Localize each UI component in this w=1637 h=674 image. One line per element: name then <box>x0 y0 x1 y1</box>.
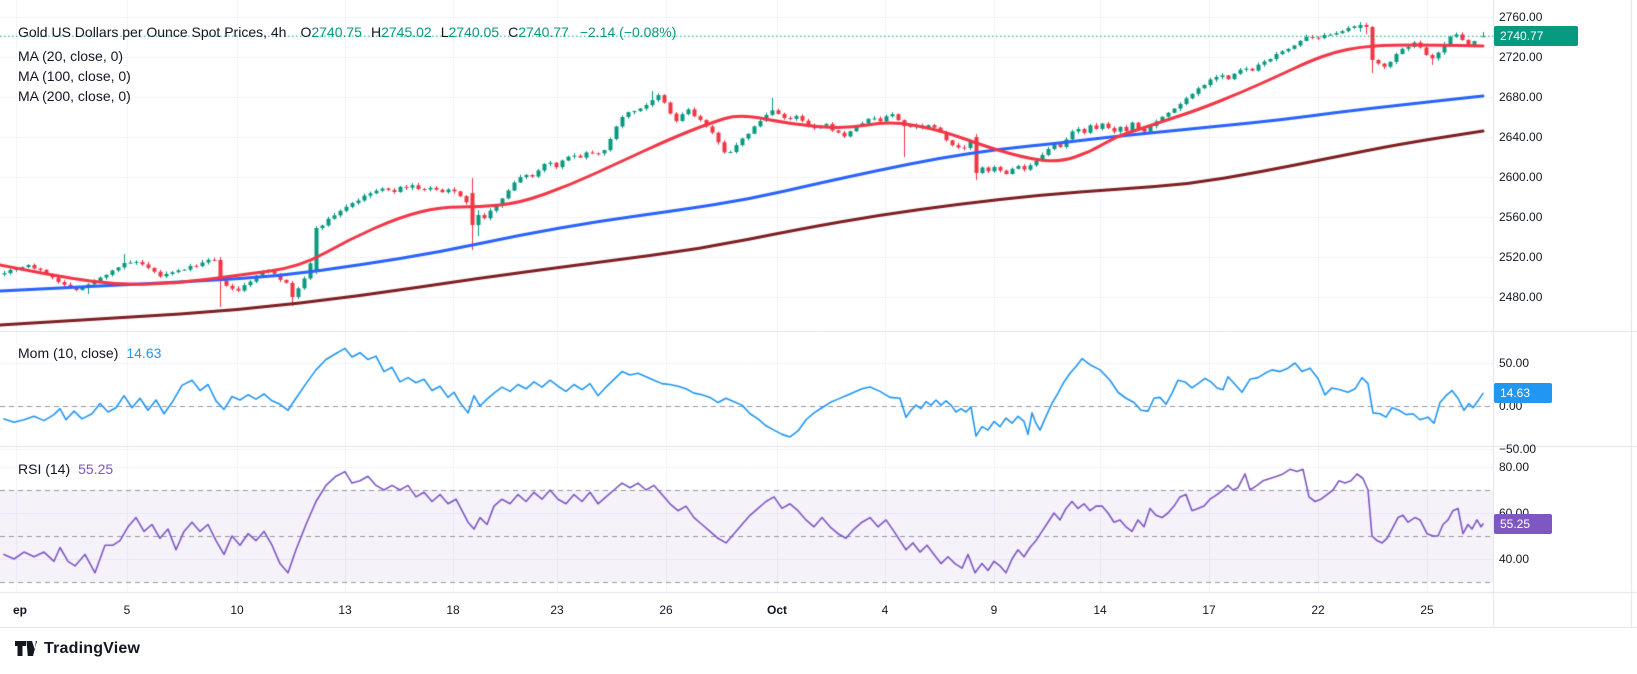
ohlc-close: C2740.77 <box>508 24 569 40</box>
time-label: 22 <box>1311 603 1324 617</box>
ma-legend-row[interactable]: MA (200, close, 0) <box>18 86 676 106</box>
time-label: 23 <box>550 603 563 617</box>
ma-legend-row[interactable]: MA (100, close, 0) <box>18 66 676 86</box>
rsi-value-badge: 55.25 <box>1494 514 1552 534</box>
price-tick-label: 2680.00 <box>1499 90 1542 105</box>
time-label: 4 <box>882 603 889 617</box>
legend: Gold US Dollars per Ounce Spot Prices, 4… <box>18 24 676 106</box>
tradingview-logo[interactable]: TradingView <box>14 639 140 658</box>
price-tick-label: 2560.00 <box>1499 210 1542 225</box>
mom-tick-label: −50.00 <box>1499 442 1536 457</box>
ohlc-open: O2740.75 <box>300 24 362 40</box>
time-label: ep <box>13 603 27 617</box>
time-label: 14 <box>1093 603 1106 617</box>
rsi-label: RSI (14) <box>18 461 70 477</box>
time-label: 26 <box>659 603 672 617</box>
price-axis[interactable]: 2760.00 2720.00 2680.00 2640.00 2600.00 2560.… <box>1493 0 1637 592</box>
tradingview-logo-icon <box>14 639 44 658</box>
time-label: 5 <box>124 603 131 617</box>
price-change: −2.14 (−0.08%) <box>580 24 677 40</box>
time-label: 18 <box>446 603 459 617</box>
momentum-value: 14.63 <box>126 345 161 361</box>
price-tick-label: 2640.00 <box>1499 130 1542 145</box>
ma-legend-row[interactable]: MA (20, close, 0) <box>18 46 676 66</box>
symbol-title[interactable]: Gold US Dollars per Ounce Spot Prices, 4… <box>18 24 286 40</box>
time-axis[interactable]: ep 5 10 13 18 23 26 Oct 4 9 14 17 22 25 <box>0 592 1637 627</box>
ohlc-low: L2740.05 <box>441 24 499 40</box>
momentum-legend-row[interactable]: Mom (10, close) 14.63 <box>18 345 161 361</box>
time-label: 13 <box>338 603 351 617</box>
mom-tick-label: 50.00 <box>1499 356 1529 371</box>
tradingview-logo-text: TradingView <box>44 640 140 658</box>
price-tick-label: 2720.00 <box>1499 50 1542 65</box>
rsi-tick-label: 40.00 <box>1499 552 1529 567</box>
price-tick-label: 2480.00 <box>1499 290 1542 305</box>
tradingview-chart-window: Gold US Dollars per Ounce Spot Prices, 4… <box>0 0 1637 674</box>
ma-legend-rows: MA (20, close, 0)MA (100, close, 0)MA (2… <box>18 46 676 106</box>
rsi-legend-row[interactable]: RSI (14) 55.25 <box>18 461 113 477</box>
price-tick-label: 2520.00 <box>1499 250 1542 265</box>
price-tick-label: 2760.00 <box>1499 10 1542 25</box>
ohlc-high: H2745.02 <box>371 24 432 40</box>
price-tick-label: 2600.00 <box>1499 170 1542 185</box>
current-price-badge: 2740.77 <box>1494 26 1578 46</box>
mom-value-badge: 14.63 <box>1494 383 1552 403</box>
time-label: 9 <box>991 603 998 617</box>
momentum-label: Mom (10, close) <box>18 345 118 361</box>
rsi-value: 55.25 <box>78 461 113 477</box>
time-label: 17 <box>1202 603 1215 617</box>
time-label: 10 <box>230 603 243 617</box>
symbol-legend-row[interactable]: Gold US Dollars per Ounce Spot Prices, 4… <box>18 24 676 40</box>
time-label: 25 <box>1420 603 1433 617</box>
time-label: Oct <box>767 603 787 617</box>
rsi-tick-label: 80.00 <box>1499 460 1529 475</box>
